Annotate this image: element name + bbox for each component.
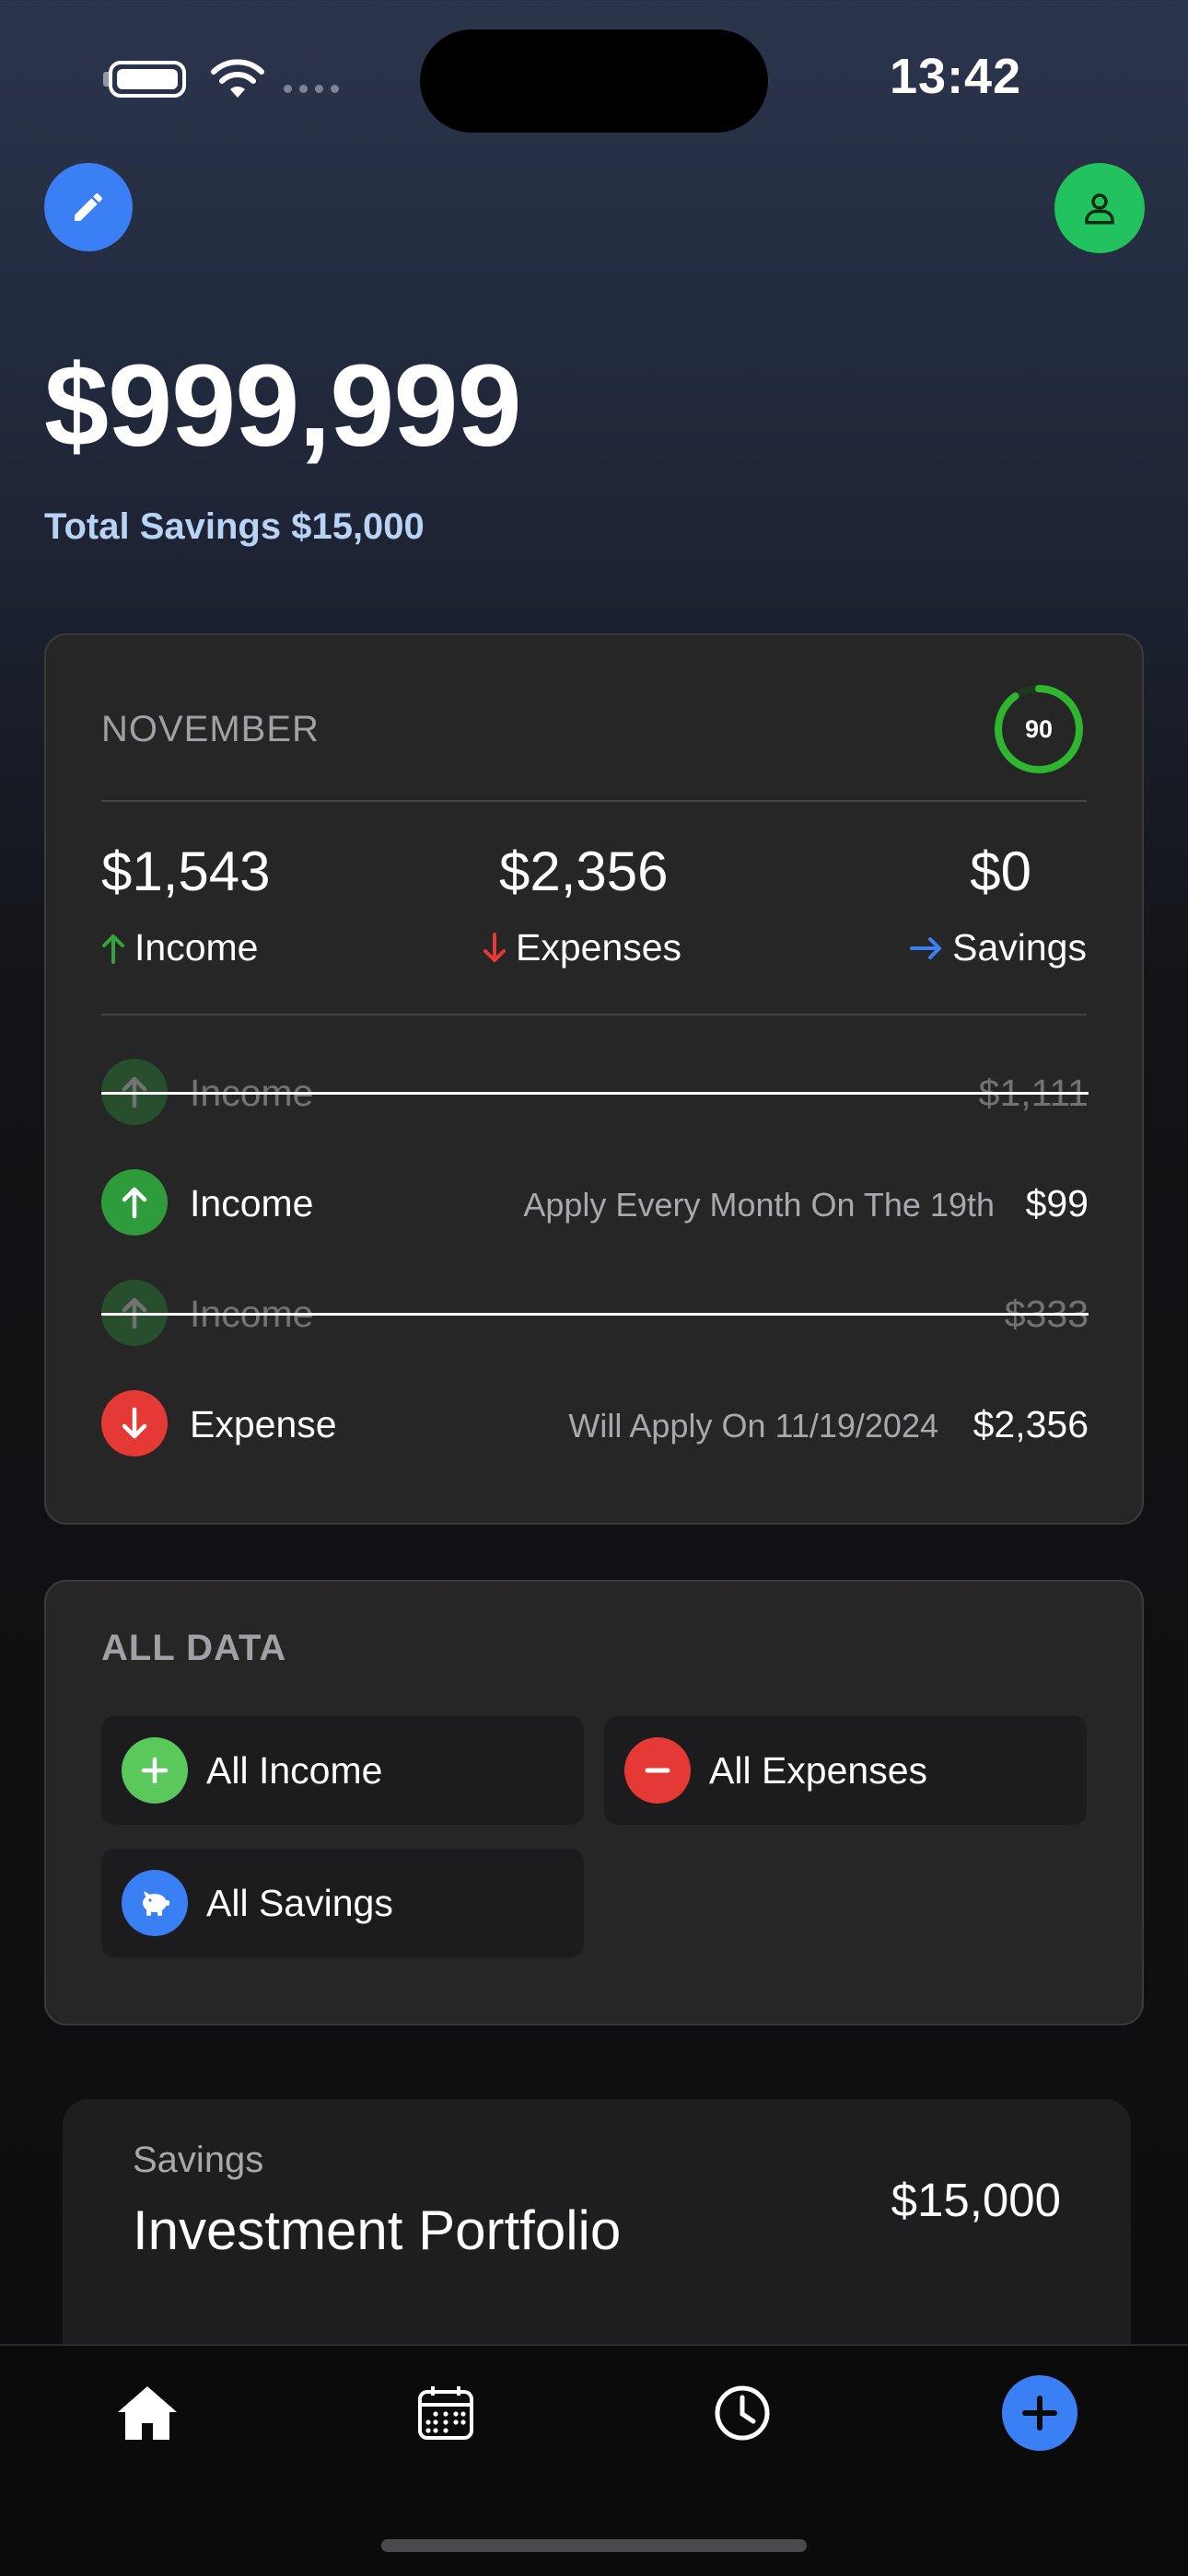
all-savings-label: All Savings [206,1881,393,1924]
tab-history[interactable] [696,2372,788,2454]
divider [101,800,1087,802]
dynamic-island [420,29,768,133]
transaction-label: Income [190,1182,314,1224]
transaction-amount: $2,356 [973,1403,1089,1445]
expense-arrow-icon [101,1390,168,1456]
signal-dots-icon [284,85,339,93]
arrow-right-icon [910,936,942,959]
transaction-row[interactable]: Income Apply Every Month On The 19th $99 [101,1169,1089,1236]
total-balance: $999,999 [44,341,522,470]
total-savings-label: Total Savings $15,000 [44,506,425,547]
wifi-icon [211,59,264,98]
arrow-up-icon [102,934,124,964]
profile-button[interactable] [1054,163,1145,253]
all-expenses-button[interactable]: All Expenses [604,1716,1087,1825]
transaction-row[interactable]: Expense Will Apply On 11/19/2024 $2,356 [101,1390,1089,1456]
income-arrow-icon [101,1169,168,1236]
all-income-button[interactable]: All Income [101,1716,584,1825]
portfolio-amount: $15,000 [891,2174,1061,2226]
home-indicator [381,2539,807,2552]
edit-button[interactable] [44,163,133,251]
clock-icon [715,2385,770,2441]
strikethrough-line [101,1092,1089,1095]
transaction-note: Will Apply On 11/19/2024 [568,1407,938,1445]
pencil-icon [75,193,102,221]
month-progress-value: 90 [1024,714,1054,743]
piggy-bank-icon [122,1870,188,1936]
income-stat-label: Income [101,926,258,969]
add-transaction-button[interactable] [1002,2375,1077,2451]
month-progress-ring: 90 [993,683,1085,775]
all-data-title: ALL DATA [101,1628,287,1668]
portfolio-name: Investment Portfolio [133,2199,622,2261]
expenses-label: Expenses [516,926,682,969]
person-icon [1085,193,1114,225]
transaction-label: Expense [190,1403,337,1445]
transaction-amount: $99 [1025,1182,1089,1224]
strikethrough-line [101,1313,1089,1316]
income-total: $1,543 [101,841,271,902]
portfolio-category: Savings [133,2140,264,2180]
income-label: Income [134,926,259,969]
transaction-note: Apply Every Month On The 19th [523,1186,995,1224]
expenses-total: $2,356 [499,841,669,902]
expenses-stat-label: Expenses [483,926,681,969]
all-expenses-label: All Expenses [709,1748,928,1792]
home-icon [118,2386,177,2440]
status-time: 13:42 [890,49,1022,104]
minus-icon [624,1737,691,1804]
savings-label: Savings [952,926,1087,969]
arrow-down-icon [483,932,506,962]
all-income-label: All Income [206,1748,383,1792]
calendar-icon [418,2386,473,2440]
tab-home[interactable] [101,2372,193,2454]
plus-icon [122,1737,188,1804]
savings-stat-label: Savings [910,926,1087,969]
divider [101,1014,1087,1015]
all-savings-button[interactable]: All Savings [101,1849,584,1957]
add-icon [1022,2396,1057,2431]
tab-calendar[interactable] [400,2372,492,2454]
savings-total: $0 [970,841,1031,902]
battery-icon [109,61,186,98]
month-title: NOVEMBER [101,709,320,749]
